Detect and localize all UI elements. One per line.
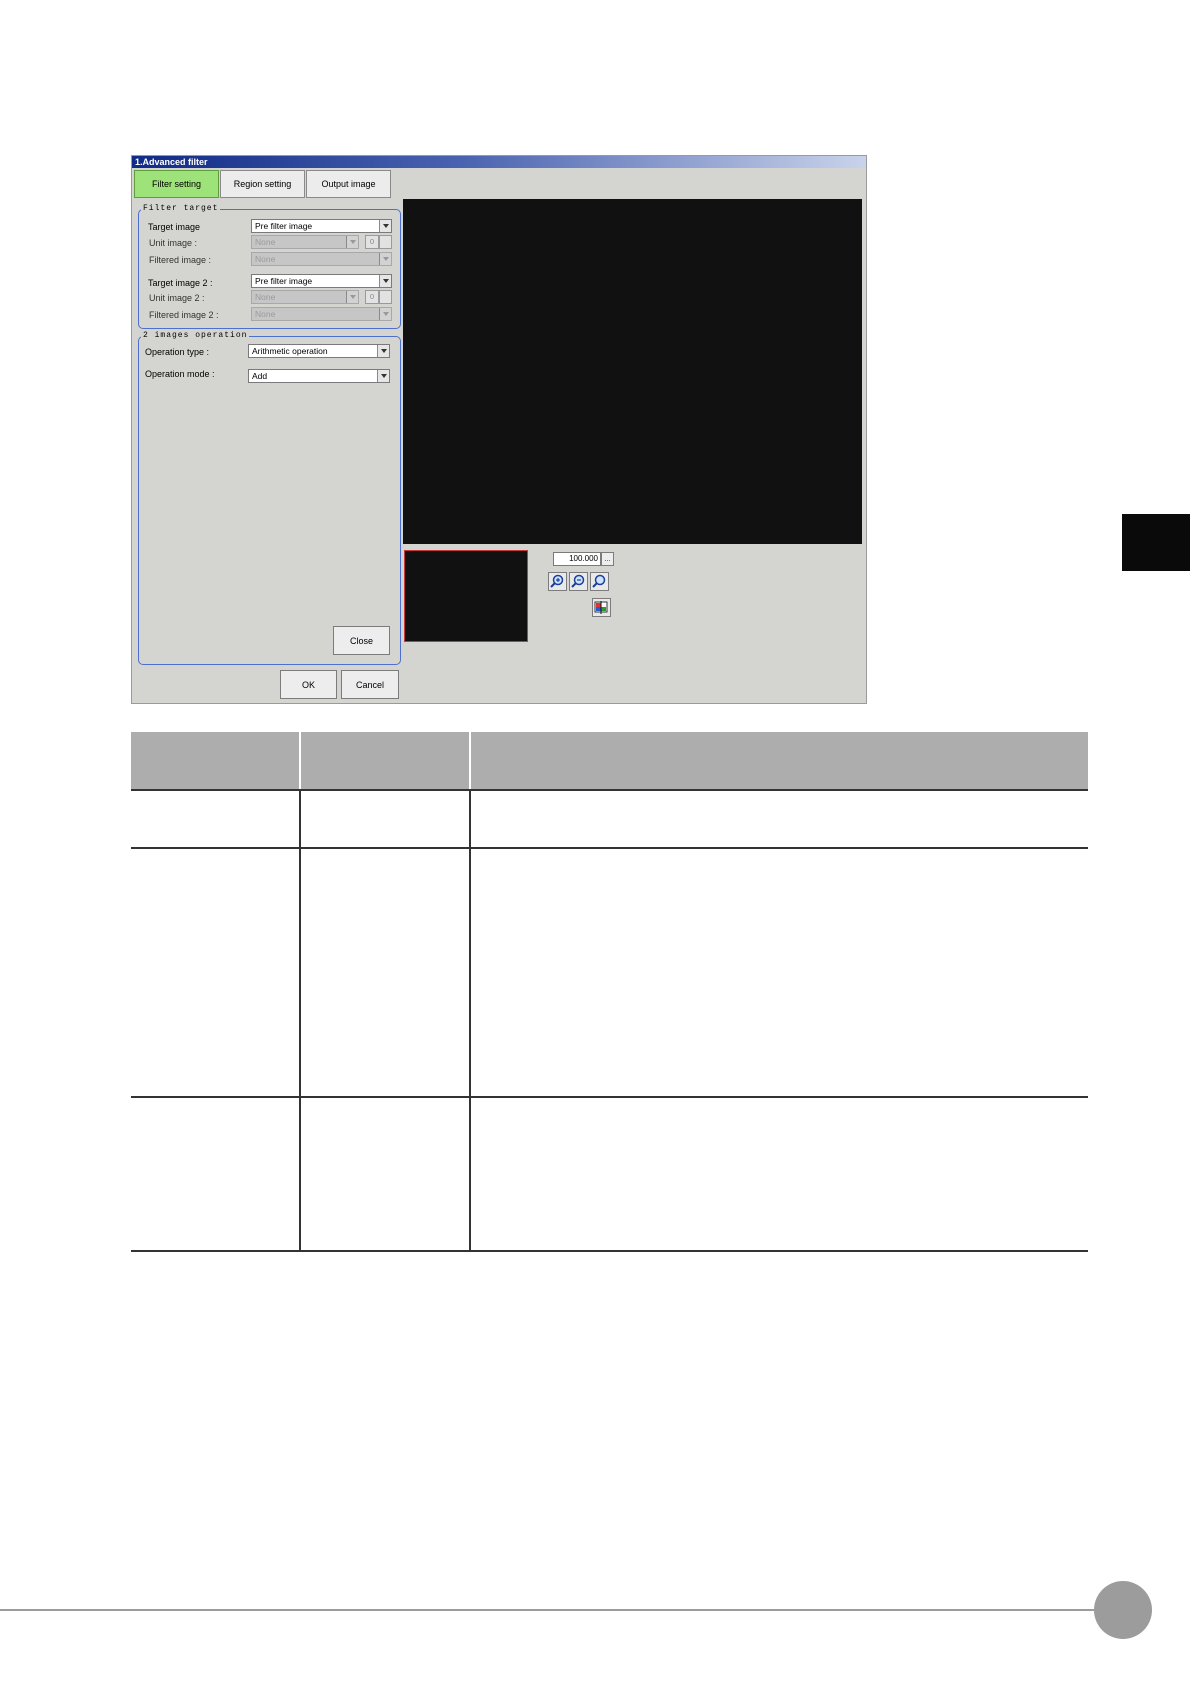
target-image-select[interactable]: Pre filter image — [251, 219, 392, 233]
zoom-fit-icon — [592, 574, 606, 588]
operation-type-value: Arithmetic operation — [252, 346, 328, 356]
table-header-row — [131, 732, 1088, 789]
filtered-image-label: Filtered image : — [149, 255, 212, 265]
filter-target-title: Filter target — [141, 204, 221, 214]
unit-image2-number[interactable]: 0 — [365, 290, 379, 304]
zoom-fit-button[interactable] — [590, 572, 609, 591]
unit-image2-value: None — [255, 292, 276, 302]
unit-image2-label: Unit image 2 : — [149, 293, 205, 303]
filtered-image2-select[interactable]: None — [251, 307, 392, 321]
operation-type-select[interactable]: Arithmetic operation — [248, 344, 390, 358]
table-header-cell — [301, 732, 469, 789]
page-number-badge — [1094, 1581, 1152, 1639]
unit-image-number[interactable]: 0 — [365, 235, 379, 249]
zoom-value-field[interactable]: 100.000 — [553, 552, 601, 566]
unit-image2-spin[interactable] — [379, 290, 392, 304]
filtered-image-select[interactable]: None — [251, 252, 392, 266]
images-operation-title: 2 images operation — [141, 331, 250, 341]
target-image2-select[interactable]: Pre filter image — [251, 274, 392, 288]
advanced-filter-window: 1.Advanced filter Filter setting Region … — [131, 155, 867, 704]
thumbnail-navigator[interactable] — [404, 550, 528, 642]
unit-image2-select[interactable]: None — [251, 290, 359, 304]
table-rule — [131, 789, 1088, 791]
table-rule — [131, 1096, 1088, 1098]
target-image-label: Target image — [148, 222, 201, 232]
unit-image-select[interactable]: None — [251, 235, 359, 249]
cancel-button[interactable]: Cancel — [341, 670, 399, 699]
operation-mode-value: Add — [252, 371, 268, 381]
target-image-value: Pre filter image — [255, 221, 313, 231]
window-title-bar: 1.Advanced filter — [132, 156, 866, 168]
chevron-down-icon[interactable] — [377, 370, 389, 382]
zoom-more-button[interactable]: ... — [601, 552, 614, 566]
table-header-cell — [131, 732, 299, 789]
chevron-down-icon[interactable] — [379, 220, 391, 232]
ok-button[interactable]: OK — [280, 670, 337, 699]
chevron-down-icon[interactable] — [379, 253, 391, 265]
footer-rule — [0, 1609, 1095, 1611]
table-column-line — [469, 789, 471, 1252]
unit-image-label: Unit image : — [149, 238, 198, 248]
chevron-down-icon[interactable] — [379, 308, 391, 320]
close-button[interactable]: Close — [333, 626, 390, 655]
zoom-in-icon — [550, 574, 564, 588]
operation-type-label: Operation type : — [145, 347, 210, 357]
table-header-cell — [471, 732, 1088, 789]
zoom-out-button[interactable] — [569, 572, 588, 591]
tab-output-image[interactable]: Output image — [306, 170, 391, 198]
window-title: 1.Advanced filter — [135, 157, 208, 167]
chapter-tab — [1122, 514, 1190, 571]
table-rule — [131, 1250, 1088, 1252]
zoom-in-button[interactable] — [548, 572, 567, 591]
chevron-down-icon[interactable] — [346, 291, 358, 303]
filtered-image2-value: None — [255, 309, 276, 319]
tab-filter-setting[interactable]: Filter setting — [134, 170, 219, 198]
tab-region-setting[interactable]: Region setting — [220, 170, 305, 198]
filtered-image-value: None — [255, 254, 276, 264]
images-operation-group — [138, 336, 401, 665]
unit-image-value: None — [255, 237, 276, 247]
unit-image-spin[interactable] — [379, 235, 392, 249]
table-header-divider — [299, 732, 301, 789]
chevron-down-icon[interactable] — [377, 345, 389, 357]
table-rule — [131, 847, 1088, 849]
display-settings-button[interactable] — [592, 598, 611, 617]
display-settings-icon — [594, 601, 608, 614]
operation-mode-select[interactable]: Add — [248, 369, 390, 383]
table-header-divider — [469, 732, 471, 789]
target-image2-label: Target image 2 : — [148, 278, 213, 288]
image-display[interactable] — [403, 199, 862, 544]
operation-mode-label: Operation mode : — [145, 369, 215, 379]
chevron-down-icon[interactable] — [379, 275, 391, 287]
chevron-down-icon[interactable] — [346, 236, 358, 248]
zoom-out-icon — [571, 574, 585, 588]
table-column-line — [299, 789, 301, 1252]
filtered-image2-label: Filtered image 2 : — [149, 310, 219, 320]
target-image2-value: Pre filter image — [255, 276, 313, 286]
